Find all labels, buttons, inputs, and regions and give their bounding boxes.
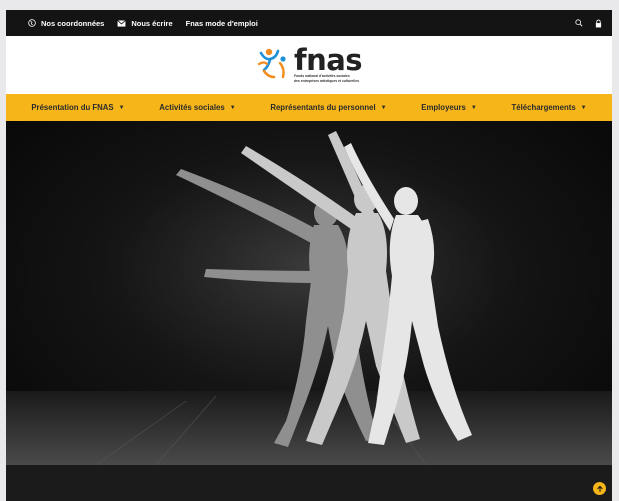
- nav-employeurs[interactable]: Employeurs ▼: [421, 103, 477, 112]
- lock-icon: [595, 19, 602, 27]
- nav-activites-sociales-label: Activités sociales: [159, 103, 225, 112]
- scroll-to-top-button[interactable]: [593, 482, 606, 495]
- nav-employeurs-label: Employeurs: [421, 103, 466, 112]
- nav-representants-label: Représentants du personnel: [270, 103, 376, 112]
- browser-page: Nos coordonnées Nous écrire Fnas mode d'…: [6, 10, 612, 501]
- user-guide-link[interactable]: Fnas mode d'emploi: [186, 19, 258, 28]
- write-us-link-label: Nous écrire: [131, 18, 173, 28]
- site-header: fnas Fonds national d'activités sociales…: [6, 36, 612, 94]
- logo-text: fnas Fonds national d'activités sociales…: [293, 42, 363, 83]
- write-us-link[interactable]: Nous écrire: [117, 18, 173, 28]
- chevron-down-icon: ▼: [470, 104, 477, 111]
- nav-representants[interactable]: Représentants du personnel ▼: [270, 103, 386, 112]
- main-nav: Présentation du FNAS ▼ Activités sociale…: [6, 94, 612, 121]
- login-button[interactable]: [595, 19, 602, 28]
- dancers-illustration: [6, 121, 612, 465]
- chevron-down-icon: ▼: [580, 104, 587, 111]
- dark-footer-band: [6, 465, 612, 501]
- logo-figures-icon: [257, 48, 286, 79]
- top-bar: Nos coordonnées Nous écrire Fnas mode d'…: [6, 10, 612, 36]
- nav-telechargements[interactable]: Téléchargements ▼: [512, 103, 587, 112]
- arrow-up-icon: [596, 485, 603, 492]
- hero-image: [6, 121, 612, 465]
- contact-link-label: Nos coordonnées: [41, 18, 105, 28]
- globe-icon: [28, 19, 36, 27]
- user-guide-link-label: Fnas mode d'emploi: [185, 18, 258, 28]
- logo-subtitle-line2: des entreprises artistiques et culturell…: [293, 79, 359, 83]
- chevron-down-icon: ▼: [380, 104, 387, 111]
- fnas-logo[interactable]: fnas Fonds national d'activités sociales…: [256, 42, 363, 83]
- search-icon: [575, 19, 583, 27]
- envelope-icon: [117, 19, 127, 27]
- search-button[interactable]: [575, 19, 583, 27]
- nav-presentation-label: Présentation du FNAS: [31, 103, 114, 112]
- chevron-down-icon: ▼: [229, 104, 236, 111]
- chevron-down-icon: ▼: [118, 104, 125, 111]
- nav-presentation[interactable]: Présentation du FNAS ▼: [31, 103, 124, 112]
- nav-telechargements-label: Téléchargements: [511, 103, 576, 112]
- logo-wordmark: fnas: [293, 42, 363, 77]
- contact-link[interactable]: Nos coordonnées: [28, 19, 104, 28]
- nav-activites-sociales[interactable]: Activités sociales ▼: [159, 103, 235, 112]
